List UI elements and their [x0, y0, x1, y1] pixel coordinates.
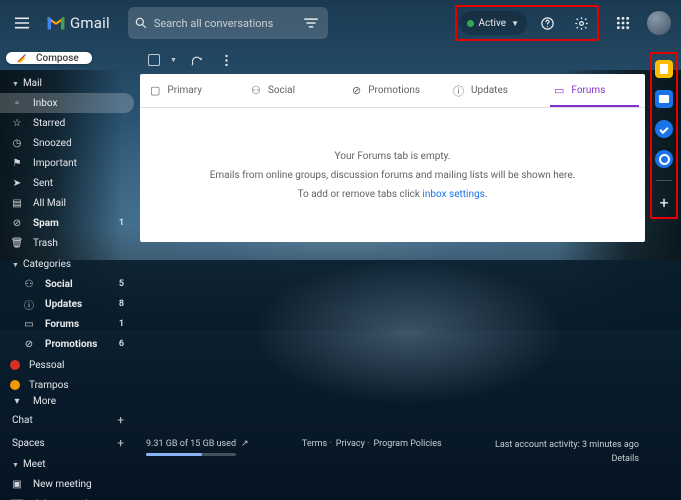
tab-forums[interactable]: ▭Forums [544, 74, 645, 107]
empty-action-line: To add or remove tabs click inbox settin… [298, 189, 488, 200]
info-icon: ⓘ [22, 297, 36, 312]
select-dropdown-icon[interactable]: ▼ [170, 56, 177, 64]
sidebar-label-trampos[interactable]: Trampos [0, 375, 134, 395]
primary-tab-icon: ▢ [150, 84, 160, 97]
spam-icon: ⊘ [10, 218, 24, 229]
tab-primary[interactable]: ▢Primary [140, 74, 241, 107]
mail-toolbar: ▼ [140, 46, 645, 74]
storage-bar [146, 453, 236, 456]
people-icon: ⚇ [22, 279, 36, 290]
empty-subtitle: Emails from online groups, discussion fo… [210, 170, 576, 181]
forums-tab-icon: ▭ [554, 84, 564, 97]
section-chat[interactable]: Chat+ [0, 408, 134, 430]
pencil-icon [16, 52, 28, 64]
sidebar: Compose ▼Mail ▫Inbox☆Starred◷Snoozed⚑Imp… [0, 46, 140, 500]
tab-promotions[interactable]: ⊘Promotions [342, 74, 443, 107]
label-color-icon [10, 360, 20, 370]
trash-icon: 🗑 [10, 238, 24, 249]
chevron-down-icon: ▾ [10, 396, 24, 407]
sidebar-label-pessoal[interactable]: Pessoal [0, 355, 134, 375]
video-icon: ▣ [10, 479, 24, 490]
footer-links: Terms PrivacyProgram Policies [302, 439, 442, 449]
search-input[interactable] [154, 17, 294, 30]
inbox-settings-link[interactable]: inbox settings [422, 189, 484, 200]
refresh-button[interactable] [187, 50, 207, 70]
gmail-logo[interactable]: Gmail [46, 14, 110, 32]
clock-icon: ◷ [10, 138, 24, 149]
meet-join-a-meeting[interactable]: ⌨Join a meeting [0, 494, 134, 500]
select-all-checkbox[interactable] [148, 54, 160, 66]
section-meet[interactable]: ▼Meet [0, 454, 134, 473]
tab-updates[interactable]: ⓘUpdates [443, 74, 544, 107]
support-button[interactable] [533, 9, 561, 37]
side-panel: + [647, 46, 681, 500]
category-tabs: ▢Primary⚇Social⊘PromotionsⓘUpdates▭Forum… [140, 74, 645, 108]
app-name: Gmail [70, 14, 110, 32]
sidebar-category-forums[interactable]: ▭Forums1 [0, 314, 134, 334]
compose-label: Compose [36, 53, 79, 64]
inbox-icon: ▫ [10, 98, 24, 109]
footer-link-privacy[interactable]: Privacy [336, 439, 370, 449]
status-label: Active [479, 18, 507, 29]
sidebar-item-spam[interactable]: ⊘Spam1 [0, 213, 134, 233]
flag-icon: ⚑ [10, 158, 24, 169]
sidebar-item-snoozed[interactable]: ◷Snoozed [0, 133, 134, 153]
label-color-icon [10, 380, 20, 390]
sidebar-item-all-mail[interactable]: ▤All Mail [0, 193, 134, 213]
chat-status-chip[interactable]: Active ▼ [459, 11, 527, 35]
sidebar-category-updates[interactable]: ⓘUpdates8 [0, 294, 134, 314]
sidebar-item-sent[interactable]: ➤Sent [0, 173, 134, 193]
meet-new-meeting[interactable]: ▣New meeting [0, 474, 134, 494]
status-dot-icon [467, 20, 474, 27]
plus-icon[interactable]: + [117, 413, 124, 427]
tasks-icon[interactable] [655, 120, 673, 138]
storage-info[interactable]: 9.31 GB of 15 GB used↗ [146, 439, 249, 456]
sidebar-category-social[interactable]: ⚇Social5 [0, 274, 134, 294]
details-link[interactable]: Details [611, 454, 639, 464]
google-apps-button[interactable] [609, 9, 637, 37]
main-menu-button[interactable] [8, 9, 36, 37]
sidebar-category-promotions[interactable]: ⊘Promotions6 [0, 334, 134, 354]
section-categories[interactable]: ▼Categories [0, 254, 134, 273]
sidebar-item-important[interactable]: ⚑Important [0, 153, 134, 173]
open-icon: ↗ [241, 439, 249, 449]
section-spaces[interactable]: Spaces+ [0, 431, 134, 453]
footer-link-program-policies[interactable]: Program Policies [373, 439, 441, 449]
social-tab-icon: ⚇ [251, 84, 261, 97]
inbox-panel: ▢Primary⚇Social⊘PromotionsⓘUpdates▭Forum… [140, 74, 645, 242]
star-icon: ☆ [10, 118, 24, 129]
footer: 9.31 GB of 15 GB used↗ Terms PrivacyProgr… [140, 431, 645, 500]
stack-icon: ▤ [10, 198, 24, 209]
keep-icon[interactable] [655, 60, 673, 78]
search-options-icon[interactable] [300, 12, 322, 34]
compose-button[interactable]: Compose [6, 52, 92, 64]
forum-icon: ▭ [22, 319, 36, 330]
sidebar-item-trash[interactable]: 🗑Trash [0, 233, 134, 253]
footer-link-terms[interactable]: Terms [302, 439, 332, 449]
chevron-down-icon: ▼ [511, 19, 519, 28]
contacts-icon[interactable] [655, 150, 673, 168]
updates-tab-icon: ⓘ [453, 83, 464, 99]
send-icon: ➤ [10, 178, 24, 189]
promotions-tab-icon: ⊘ [352, 84, 361, 97]
tab-social[interactable]: ⚇Social [241, 74, 342, 107]
last-activity: Last account activity: 3 minutes ago [495, 439, 639, 453]
search-icon [134, 16, 148, 30]
section-mail[interactable]: ▼Mail [0, 73, 134, 92]
sidebar-item-inbox[interactable]: ▫Inbox [0, 93, 134, 113]
tag-icon: ⊘ [22, 339, 36, 350]
search-bar[interactable] [128, 7, 328, 39]
account-avatar[interactable] [647, 11, 671, 35]
more-button[interactable] [217, 50, 237, 70]
empty-title: Your Forums tab is empty. [335, 151, 451, 162]
settings-button[interactable] [567, 9, 595, 37]
calendar-icon[interactable] [655, 90, 673, 108]
plus-icon[interactable]: + [117, 436, 124, 450]
sidebar-more[interactable]: ▾More [0, 396, 134, 407]
empty-state: Your Forums tab is empty. Emails from on… [140, 108, 645, 242]
sidebar-item-starred[interactable]: ☆Starred [0, 113, 134, 133]
add-on-plus-icon[interactable]: + [655, 193, 673, 211]
